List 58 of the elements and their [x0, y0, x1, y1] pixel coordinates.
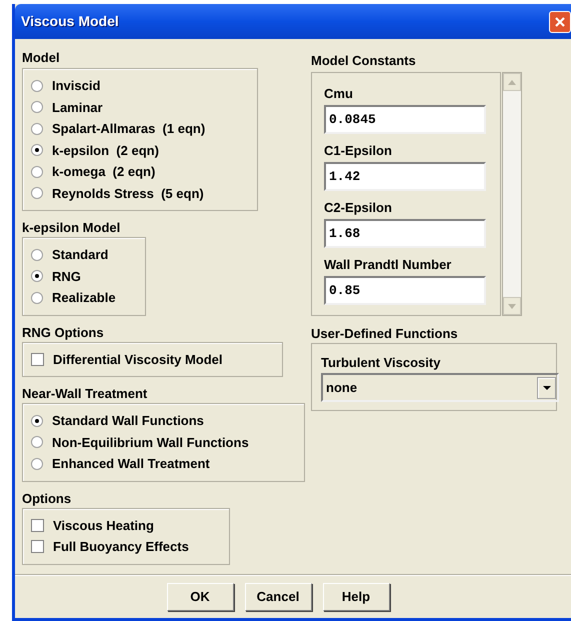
radio-button[interactable]	[31, 292, 43, 304]
scroll-up-icon[interactable]	[503, 73, 521, 91]
radio-button[interactable]	[31, 166, 43, 178]
radio-label: Reynolds Stress (5 eqn)	[52, 184, 204, 203]
checkbox-label: Full Buoyancy Effects	[53, 538, 189, 556]
radio-label: Laminar	[52, 98, 103, 116]
radio-label: Standard Wall Functions	[52, 412, 204, 430]
radio-button[interactable]	[31, 436, 43, 448]
group-title: RNG Options	[22, 324, 105, 342]
radio-button[interactable]	[31, 101, 43, 114]
group-title: Model	[22, 49, 61, 67]
scrollbar[interactable]	[502, 72, 522, 316]
radio-button[interactable]	[31, 248, 43, 261]
checkbox[interactable]	[31, 518, 44, 532]
close-button[interactable]	[549, 10, 571, 32]
radio-label: Enhanced Wall Treatment	[52, 455, 210, 473]
group-title: Near-Wall Treatment	[22, 385, 148, 403]
radio-label: Non-Equilibrium Wall Functions	[52, 434, 249, 452]
radio-label: Realizable	[52, 289, 116, 307]
group-title: User-Defined Functions	[311, 325, 459, 343]
radio-button[interactable]	[31, 458, 43, 470]
checkbox[interactable]	[31, 540, 44, 554]
checkbox[interactable]	[31, 352, 44, 366]
dropdown[interactable]: none	[321, 373, 559, 402]
group-title: Options	[22, 490, 72, 508]
field-label: C1-Epsilon	[324, 142, 393, 160]
checkbox-label: Differential Viscosity Model	[53, 350, 223, 369]
radio-label: RNG	[52, 268, 81, 286]
input-field[interactable]: 1.68	[324, 219, 486, 248]
radio-button[interactable]	[31, 414, 43, 427]
radio-button[interactable]	[31, 187, 43, 200]
field-label: Cmu	[324, 85, 354, 103]
caret-icon[interactable]	[537, 376, 556, 398]
window-title: Viscous Model	[21, 12, 119, 31]
radio-button[interactable]	[31, 270, 43, 282]
dialog-button[interactable]: OK	[166, 582, 234, 610]
checkbox-label: Viscous Heating	[53, 516, 154, 535]
group-title: Model Constants	[311, 52, 417, 70]
input-field[interactable]: 1.42	[324, 162, 486, 191]
radio-label: k-omega (2 eqn)	[52, 163, 156, 181]
field-label: Turbulent Viscosity	[321, 354, 442, 372]
field-label: C2-Epsilon	[324, 199, 393, 217]
dialog-button[interactable]: Cancel	[244, 582, 312, 610]
radio-label: Standard	[52, 246, 108, 264]
radio-label: Spalart-Allmaras (1 eqn)	[52, 120, 206, 138]
radio-button[interactable]	[31, 80, 43, 92]
input-field[interactable]: 0.85	[324, 276, 486, 305]
input-field[interactable]: 0.0845	[324, 105, 486, 134]
radio-button[interactable]	[31, 122, 43, 135]
dropdown-value: none	[326, 378, 358, 397]
scroll-down-icon[interactable]	[503, 297, 521, 315]
field-label: Wall Prandtl Number	[324, 256, 452, 274]
close-icon	[554, 16, 566, 28]
radio-label: k-epsilon (2 eqn)	[52, 142, 159, 160]
radio-button[interactable]	[31, 144, 43, 156]
group-title: k-epsilon Model	[22, 219, 122, 237]
radio-label: Inviscid	[52, 77, 100, 95]
dialog-button[interactable]: Help	[322, 582, 390, 610]
